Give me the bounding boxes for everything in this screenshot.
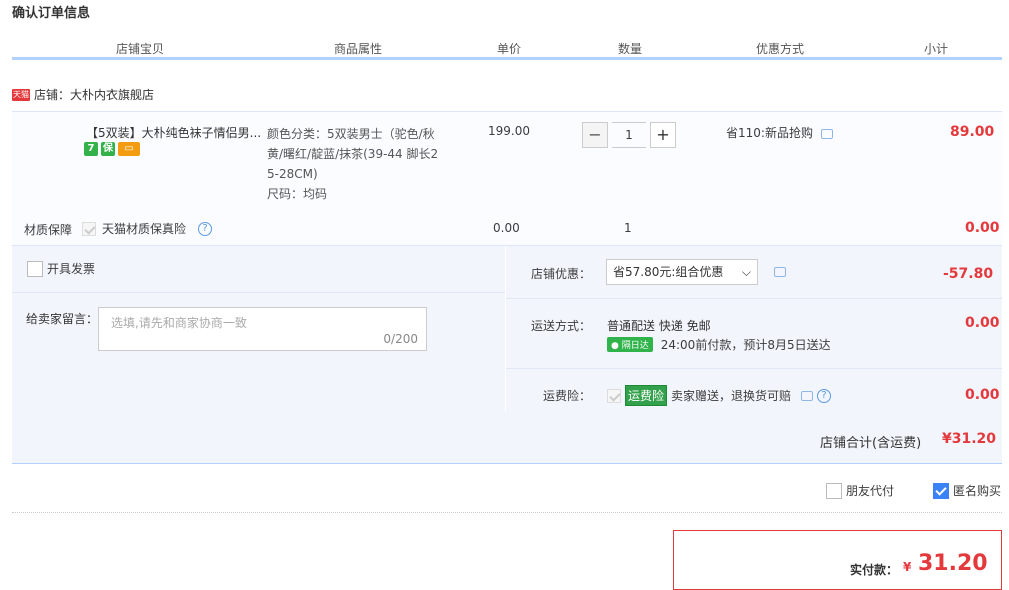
help-icon[interactable]: ? — [817, 388, 832, 403]
invoice-option: 开具发票 — [27, 260, 95, 277]
header-attributes: 商品属性 — [334, 42, 383, 56]
anonymous-option: 匿名购买 — [933, 482, 1001, 499]
insurance-qty: 1 — [624, 221, 632, 235]
tmall-icon: 天猫 — [12, 88, 30, 101]
header-shop-item: 店铺宝贝 — [116, 42, 165, 56]
chevron-down-icon: ⌵ — [741, 265, 751, 279]
header-quantity: 数量 — [618, 42, 643, 56]
pay-currency: ¥ — [903, 560, 912, 574]
attr-line: 黄/曙红/靛蓝/抹茶(39-44 脚长2 — [267, 147, 439, 161]
freight-insurance-tag: 运费险 — [625, 385, 668, 406]
shop-total-label: 店铺合计(含运费) — [820, 436, 922, 451]
freight-insurance-row: 运费险 卖家赠送，退换货可赔 ? — [607, 385, 832, 406]
shipping-eta: 24:00前付款，预计8月5日送达 — [660, 338, 831, 352]
insurance-name: 天猫材质保真险 — [102, 222, 187, 236]
friend-pay-option: 朋友代付 — [826, 482, 894, 499]
freight-insurance-amount: 0.00 — [965, 387, 1000, 403]
page-title: 确认订单信息 — [12, 6, 91, 21]
minus-button[interactable]: − — [582, 122, 608, 148]
unit-price: 199.00 — [488, 124, 530, 138]
friend-pay-checkbox[interactable] — [826, 482, 842, 499]
quantity-input[interactable]: 1 — [612, 122, 646, 148]
comment-icon[interactable] — [774, 267, 786, 277]
guarantee-icon: 保 — [101, 142, 115, 156]
table-header: 店铺宝贝 商品属性 单价 数量 优惠方式 小计 — [12, 38, 1002, 60]
shipping-eta-row: ● 隔日达 24:00前付款，预计8月5日送达 — [607, 336, 831, 353]
shipping-amount: 0.00 — [965, 315, 1000, 331]
insurance-subtotal: 0.00 — [965, 220, 1000, 236]
insurance-checkbox[interactable] — [82, 221, 96, 236]
product-attributes: 颜色分类：5双装男士（驼色/秋 黄/曙红/靛蓝/抹茶(39-44 脚长2 5-2… — [267, 124, 457, 204]
shop-name[interactable]: 店铺：大朴内衣旗舰店 — [34, 86, 154, 103]
friend-pay-label: 朋友代付 — [846, 484, 895, 498]
divider — [506, 298, 1002, 299]
divider — [12, 512, 1002, 513]
product-thumbnail[interactable] — [20, 118, 80, 178]
promo-info: 省110:新品抢购 — [726, 124, 833, 141]
promo-text: 省110:新品抢购 — [726, 126, 813, 140]
freight-insurance-text: 卖家赠送，退换货可赔 — [671, 389, 792, 403]
message-label: 给卖家留言： — [26, 312, 99, 326]
service-icons: 7 保 ▭ — [84, 142, 140, 156]
char-counter: 0/200 — [383, 332, 418, 346]
header-subtotal: 小计 — [924, 42, 949, 56]
header-price: 单价 — [497, 42, 522, 56]
freight-insurance-checkbox[interactable] — [607, 388, 621, 403]
invoice-label: 开具发票 — [47, 262, 96, 276]
shop-discount-select[interactable]: 省57.80元:组合优惠 ⌵ — [606, 259, 758, 285]
next-day-label: 隔日达 — [621, 341, 649, 351]
anonymous-checkbox[interactable] — [933, 482, 949, 499]
insurance-price: 0.00 — [493, 221, 520, 235]
insurance-option: 天猫材质保真险 ? — [82, 220, 213, 237]
pay-amount: 31.20 — [918, 551, 988, 576]
comment-icon[interactable] — [801, 390, 814, 401]
item-subtotal: 89.00 — [950, 124, 995, 140]
attr-line: 5-28CM) — [267, 167, 318, 181]
freight-insurance-label: 运费险： — [543, 389, 592, 403]
plus-button[interactable]: + — [650, 122, 676, 148]
attr-size: 尺码：均码 — [267, 187, 328, 201]
help-icon[interactable]: ? — [198, 221, 213, 236]
anonymous-label: 匿名购买 — [953, 484, 1002, 498]
shop-total-amount: ¥31.20 — [942, 431, 997, 447]
comment-icon[interactable] — [820, 128, 833, 139]
quantity-stepper: − 1 + — [582, 122, 676, 148]
divider — [506, 368, 1002, 369]
shipping-label: 运送方式： — [531, 319, 592, 333]
header-discount: 优惠方式 — [756, 42, 805, 56]
shipping-method: 普通配送 快递 免邮 — [607, 319, 711, 333]
divider — [12, 292, 505, 293]
product-name[interactable]: 【5双装】大朴纯色袜子情侣男... — [86, 124, 262, 141]
credit-card-icon: ▭ — [118, 142, 140, 156]
insurance-label: 材质保障 — [24, 223, 73, 237]
attr-line: 颜色分类：5双装男士（驼色/秋 — [267, 127, 435, 141]
shop-discount-value: 省57.80元:组合优惠 — [613, 265, 724, 279]
next-day-tag: ● 隔日达 — [607, 337, 653, 352]
message-placeholder: 选填,请先和商家协商一致 — [111, 316, 247, 330]
invoice-checkbox[interactable] — [27, 260, 43, 277]
shop-line: 天猫 店铺：大朴内衣旗舰店 — [12, 86, 154, 103]
shop-discount-label: 店铺优惠： — [531, 267, 592, 281]
shop-discount-amount: -57.80 — [943, 266, 994, 282]
seven-day-return-icon: 7 — [84, 142, 98, 156]
pay-label: 实付款： — [850, 563, 899, 577]
message-textarea[interactable]: 选填,请先和商家协商一致 0/200 — [98, 307, 427, 351]
